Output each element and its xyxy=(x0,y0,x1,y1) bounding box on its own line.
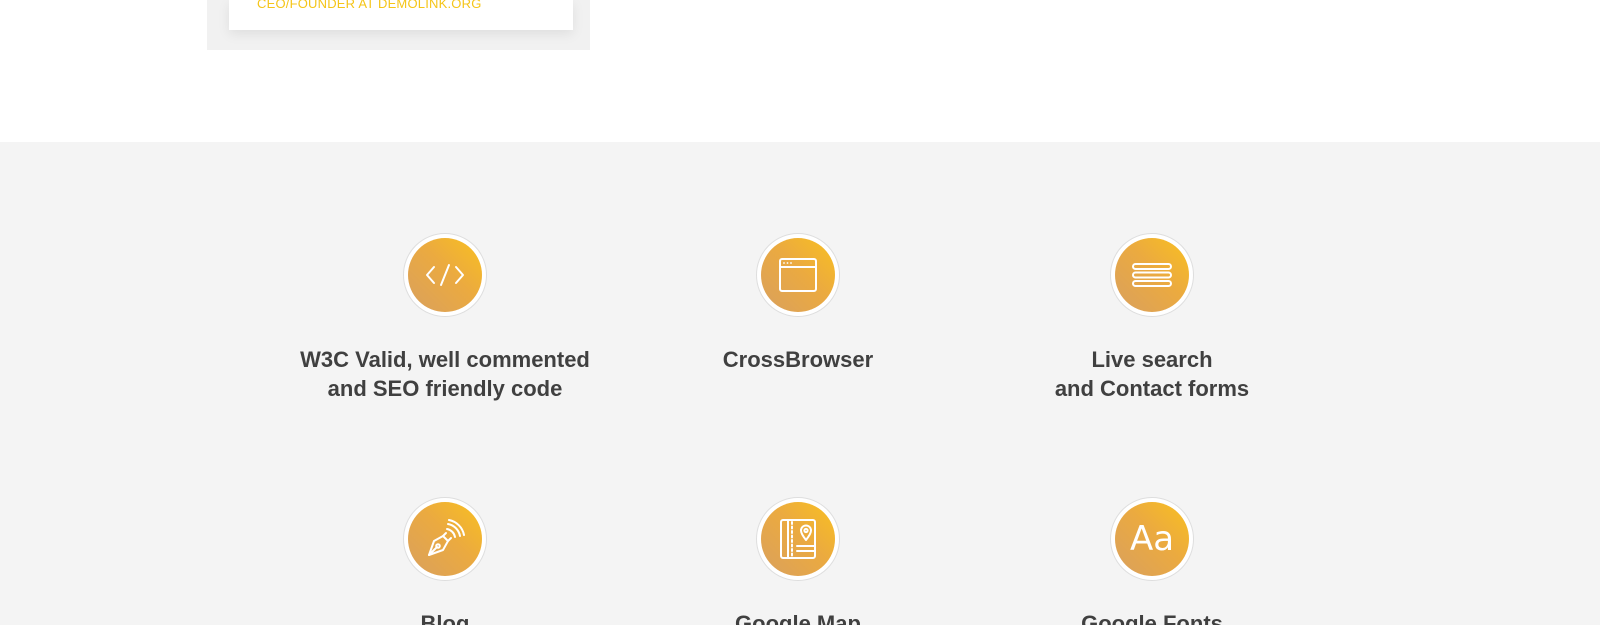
feature-title: CrossBrowser xyxy=(638,345,958,374)
feature-icon-ring: Aa xyxy=(1110,497,1194,581)
map-book-icon xyxy=(761,502,835,576)
browser-window-icon xyxy=(761,238,835,312)
feature-crossbrowser: CrossBrowser xyxy=(638,233,958,374)
feature-w3c-valid: W3C Valid, well commented and SEO friend… xyxy=(285,233,605,403)
feature-live-search: Live search and Contact forms xyxy=(992,233,1312,403)
feature-blog: Blog xyxy=(285,497,605,625)
testimonial-card: CEO/FOUNDER AT DEMOLINK.ORG xyxy=(229,0,573,30)
feature-icon-ring xyxy=(1110,233,1194,317)
feature-title-line1: W3C Valid, well commented xyxy=(300,347,590,372)
feature-icon-ring xyxy=(756,497,840,581)
font-icon-glyph: Aa xyxy=(1129,519,1175,559)
testimonial-wrapper: CEO/FOUNDER AT DEMOLINK.ORG xyxy=(207,0,590,50)
menu-lines-icon xyxy=(1115,238,1189,312)
pen-nib-icon xyxy=(408,502,482,576)
testimonials-section: CEO/FOUNDER AT DEMOLINK.ORG xyxy=(0,0,1600,142)
feature-title: Google Map xyxy=(638,609,958,625)
features-section: W3C Valid, well commented and SEO friend… xyxy=(0,142,1600,625)
feature-title: Blog xyxy=(285,609,605,625)
page: CEO/FOUNDER AT DEMOLINK.ORG W3C Valid, w… xyxy=(0,0,1600,625)
feature-google-map: Google Map xyxy=(638,497,958,625)
feature-title-line1: Google Fonts xyxy=(1081,611,1223,625)
feature-title-line2: and Contact forms xyxy=(1054,376,1250,401)
feature-title-line1: Google Map xyxy=(735,611,861,625)
feature-icon-ring xyxy=(403,233,487,317)
feature-title: Live search and Contact forms xyxy=(992,345,1312,403)
feature-icon-ring xyxy=(756,233,840,317)
feature-title-line1: CrossBrowser xyxy=(722,347,874,372)
feature-title: Google Fonts xyxy=(992,609,1312,625)
feature-icon-ring xyxy=(403,497,487,581)
font-icon: Aa xyxy=(1115,502,1189,576)
code-icon xyxy=(408,238,482,312)
feature-title-line2: and SEO friendly code xyxy=(327,376,563,401)
feature-title-line1: Blog xyxy=(420,611,470,625)
testimonial-author-role: CEO/FOUNDER AT DEMOLINK.ORG xyxy=(257,0,482,11)
feature-google-fonts: Aa Google Fonts xyxy=(992,497,1312,625)
feature-title-line1: Live search xyxy=(1091,347,1213,372)
feature-title: W3C Valid, well commented and SEO friend… xyxy=(285,345,605,403)
